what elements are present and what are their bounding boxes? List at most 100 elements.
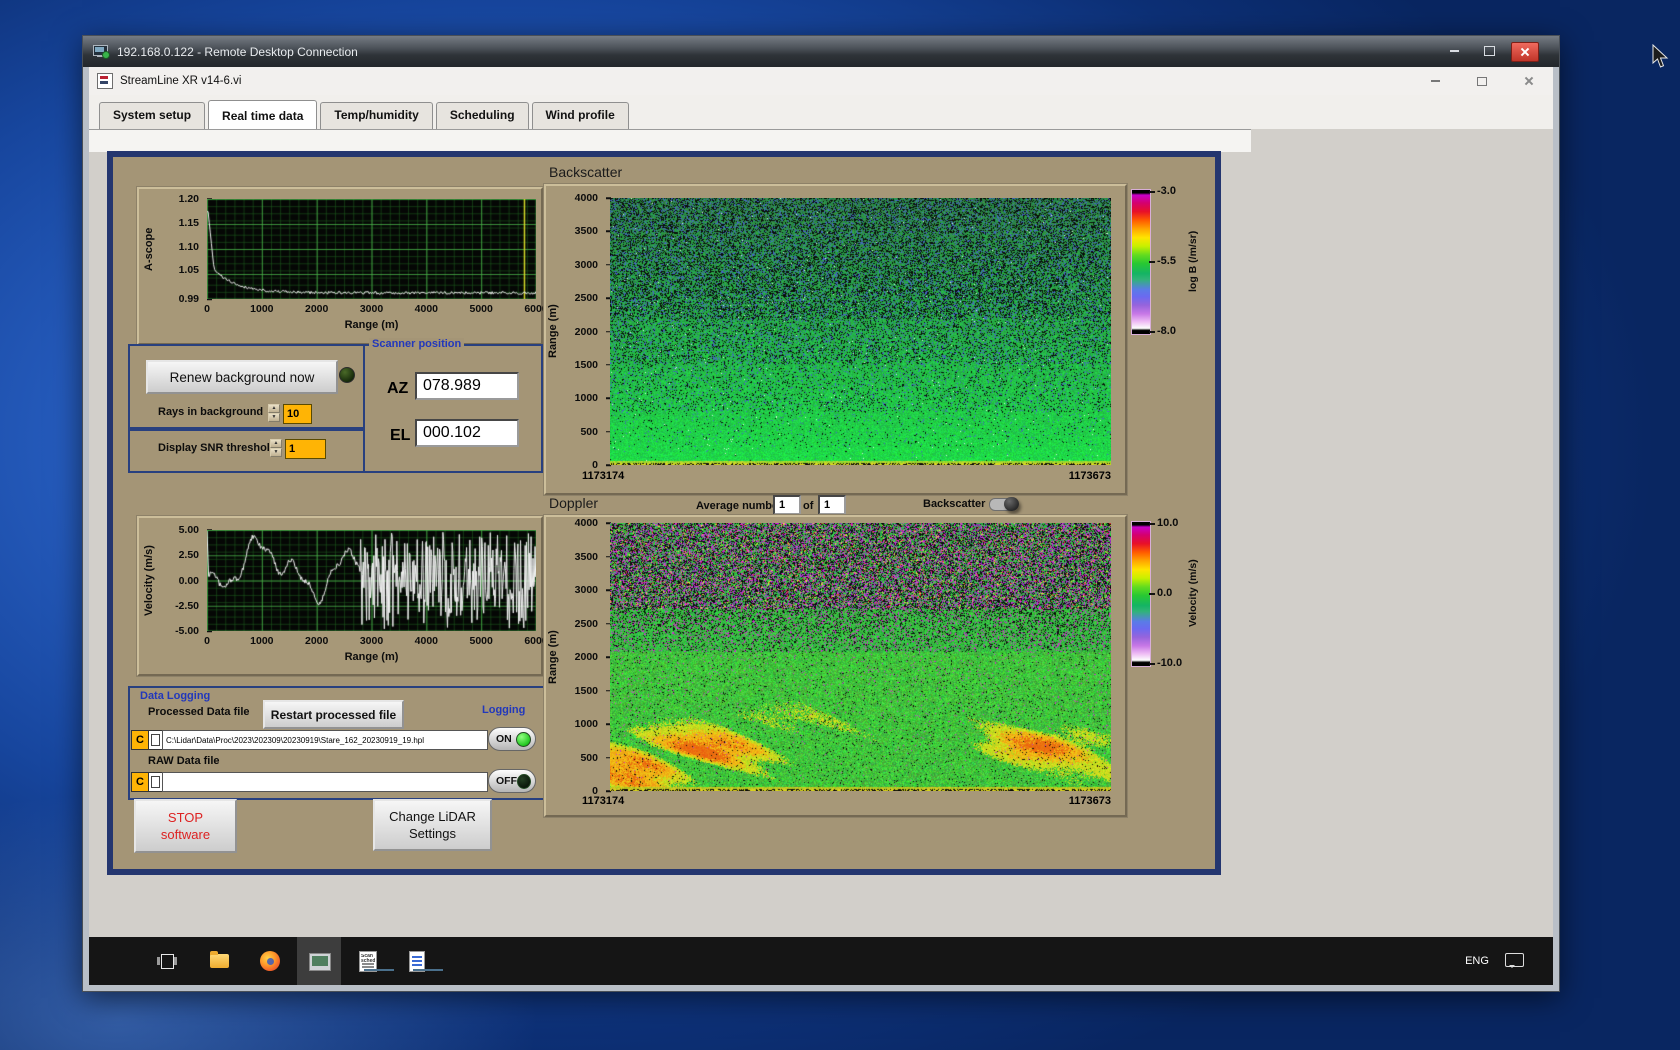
raw-browse-icon[interactable] [148, 772, 163, 792]
tab-real-time-data[interactable]: Real time data [208, 100, 318, 130]
rdp-window: 192.168.0.122 - Remote Desktop Connectio… [82, 35, 1560, 992]
remote-taskbar: Scan sched ENG [89, 937, 1553, 985]
tick-label: 2500 [574, 292, 598, 305]
tick-label: 3000 [359, 635, 384, 647]
tick-label: 2000 [304, 303, 329, 315]
app-window-title: StreamLine XR v14-6.vi [120, 75, 242, 87]
tick-label: 5000 [469, 635, 493, 647]
raw-drive-selector[interactable]: C [131, 772, 149, 792]
renew-background-button[interactable]: Renew background now [146, 360, 338, 394]
tick-label: 3000 [574, 584, 598, 596]
doppler-colorbar-min: -10.0 [1148, 657, 1183, 669]
velocity-x-ticks: 0 1000 2000 3000 4000 5000 6000 [204, 635, 548, 647]
background-status-led [339, 367, 355, 383]
tick-label: 5000 [469, 303, 493, 315]
tab-page: A-scope 1.20 1.15 1.10 1.05 0.99 0 1000 2000 30… [89, 129, 1553, 937]
rdp-maximize-button[interactable] [1476, 42, 1502, 60]
velocity-y-ticks: 5.00 2.50 0.00 -2.50 -5.00 [161, 524, 212, 637]
velocity-graph: Velocity (m/s) 5.00 2.50 0.00 -2.50 -5.00 0 1… [137, 516, 548, 676]
action-center-icon[interactable] [1505, 953, 1524, 968]
average-number-field[interactable]: 1 [773, 495, 801, 515]
tab-page-margin [89, 129, 1251, 152]
tick-label: 1000 [250, 303, 274, 315]
tick-label: 5.00 [178, 524, 199, 536]
tick-label: 1.05 [178, 264, 199, 277]
ascope-trace [207, 199, 536, 299]
snr-value-field[interactable]: 1 [285, 439, 326, 459]
stop-software-button[interactable]: STOP software [134, 799, 237, 853]
firefox-icon[interactable] [260, 951, 280, 971]
tab-temp-humidity[interactable]: Temp/humidity [320, 102, 433, 129]
streamline-app-icon[interactable] [309, 951, 331, 971]
task-view-icon[interactable] [157, 951, 177, 971]
el-label: EL [390, 427, 411, 444]
rdp-minimize-button[interactable] [1441, 42, 1467, 60]
average-number-label: Average number [696, 500, 783, 512]
processed-logging-toggle[interactable]: ON [488, 727, 536, 751]
backscatter-graph: Range (m) 4000 3500 3000 2500 2000 1500 1000 50… [544, 184, 1127, 495]
tick-label: 1000 [250, 635, 274, 647]
tick-label: 1500 [574, 684, 598, 697]
doppler-x-start: 1173174 [582, 795, 625, 807]
tick-label: 0.99 [178, 293, 199, 305]
ascope-x-ticks: 0 1000 2000 3000 4000 5000 6000 [204, 303, 548, 315]
tick-label: 1000 [574, 392, 598, 405]
processed-path-field[interactable]: C:\Lidar\Data\Proc\2023\202309\20230919\… [162, 730, 488, 750]
rdp-close-button[interactable] [1511, 42, 1539, 62]
raw-path-field[interactable] [162, 772, 488, 792]
restart-processed-file-button[interactable]: Restart processed file [263, 700, 404, 729]
tick-label: 0 [204, 635, 210, 647]
scanner-position-box: Scanner position AZ 078.989 EL 000.102 [363, 338, 543, 473]
backscatter-colorbar-min: -8.0 [1149, 325, 1176, 337]
logging-off-led [517, 773, 531, 789]
processed-browse-icon[interactable] [148, 730, 163, 750]
rdp-window-title: 192.168.0.122 - Remote Desktop Connectio… [117, 44, 358, 59]
backscatter-title: Backscatter [549, 164, 623, 180]
tab-wind-profile[interactable]: Wind profile [531, 102, 629, 129]
close-icon [1520, 47, 1530, 57]
tick-label: 4000 [414, 635, 439, 647]
app-close-button[interactable] [1519, 74, 1539, 88]
backscatter-toggle[interactable] [989, 497, 1019, 511]
az-label: AZ [387, 380, 409, 397]
tab-strip: System setup Real time data Temp/humidit… [89, 95, 1553, 130]
scan-schedule-window-icon[interactable]: Scan sched [358, 951, 394, 972]
tick-label: 2000 [574, 325, 598, 338]
raw-logging-toggle[interactable]: OFF [488, 769, 536, 793]
data-logging-title: Data Logging [140, 690, 211, 702]
processed-drive-selector[interactable]: C [131, 730, 149, 750]
app-minimize-button[interactable] [1425, 74, 1445, 88]
average-total-field[interactable]: 1 [818, 495, 846, 515]
raw-data-file-label: RAW Data file [148, 755, 220, 767]
tick-label: 3000 [574, 258, 598, 271]
rays-value-field[interactable]: 10 [283, 404, 312, 424]
logging-on-led [516, 731, 531, 747]
snr-spinner[interactable]: ▲ ▼ [270, 439, 282, 457]
el-value-field[interactable]: 000.102 [415, 419, 519, 447]
tick-label: 4000 [574, 192, 598, 204]
tick-label: 1.15 [178, 216, 199, 229]
language-indicator[interactable]: ENG [1457, 943, 1497, 979]
data-logging-box: Data Logging Processed Data file Restart… [128, 686, 545, 800]
logging-label: Logging [482, 704, 526, 716]
tab-scheduling[interactable]: Scheduling [435, 102, 529, 129]
az-value-field[interactable]: 078.989 [415, 372, 519, 400]
front-panel: A-scope 1.20 1.15 1.10 1.05 0.99 0 1000 2000 30… [107, 151, 1221, 875]
app-restore-button[interactable] [1472, 74, 1492, 88]
app-titlebar[interactable]: StreamLine XR v14-6.vi [89, 67, 1553, 96]
tick-label: 2.50 [178, 549, 199, 562]
velocity-x-axis-label: Range (m) [344, 651, 399, 663]
doppler-heatmap [610, 523, 1111, 791]
file-explorer-icon[interactable] [210, 951, 230, 971]
change-lidar-settings-button[interactable]: Change LiDAR Settings [373, 799, 492, 851]
tab-system-setup[interactable]: System setup [99, 102, 206, 129]
processed-data-file-label: Processed Data file [148, 706, 250, 718]
rdp-titlebar[interactable]: 192.168.0.122 - Remote Desktop Connectio… [83, 36, 1559, 67]
backscatter-colorbar-axis-label: log B (/m/sr) [1187, 230, 1199, 292]
doppler-colorbar-mid: 0.0 [1148, 587, 1173, 599]
doppler-colorbar-axis-label: Velocity (m/s) [1187, 559, 1199, 627]
notepad-document-icon[interactable] [407, 951, 443, 972]
rays-spinner[interactable]: ▲ ▼ [268, 404, 280, 422]
doppler-title: Doppler [549, 495, 599, 511]
doppler-colorbar-max: 10.0 [1148, 517, 1179, 529]
